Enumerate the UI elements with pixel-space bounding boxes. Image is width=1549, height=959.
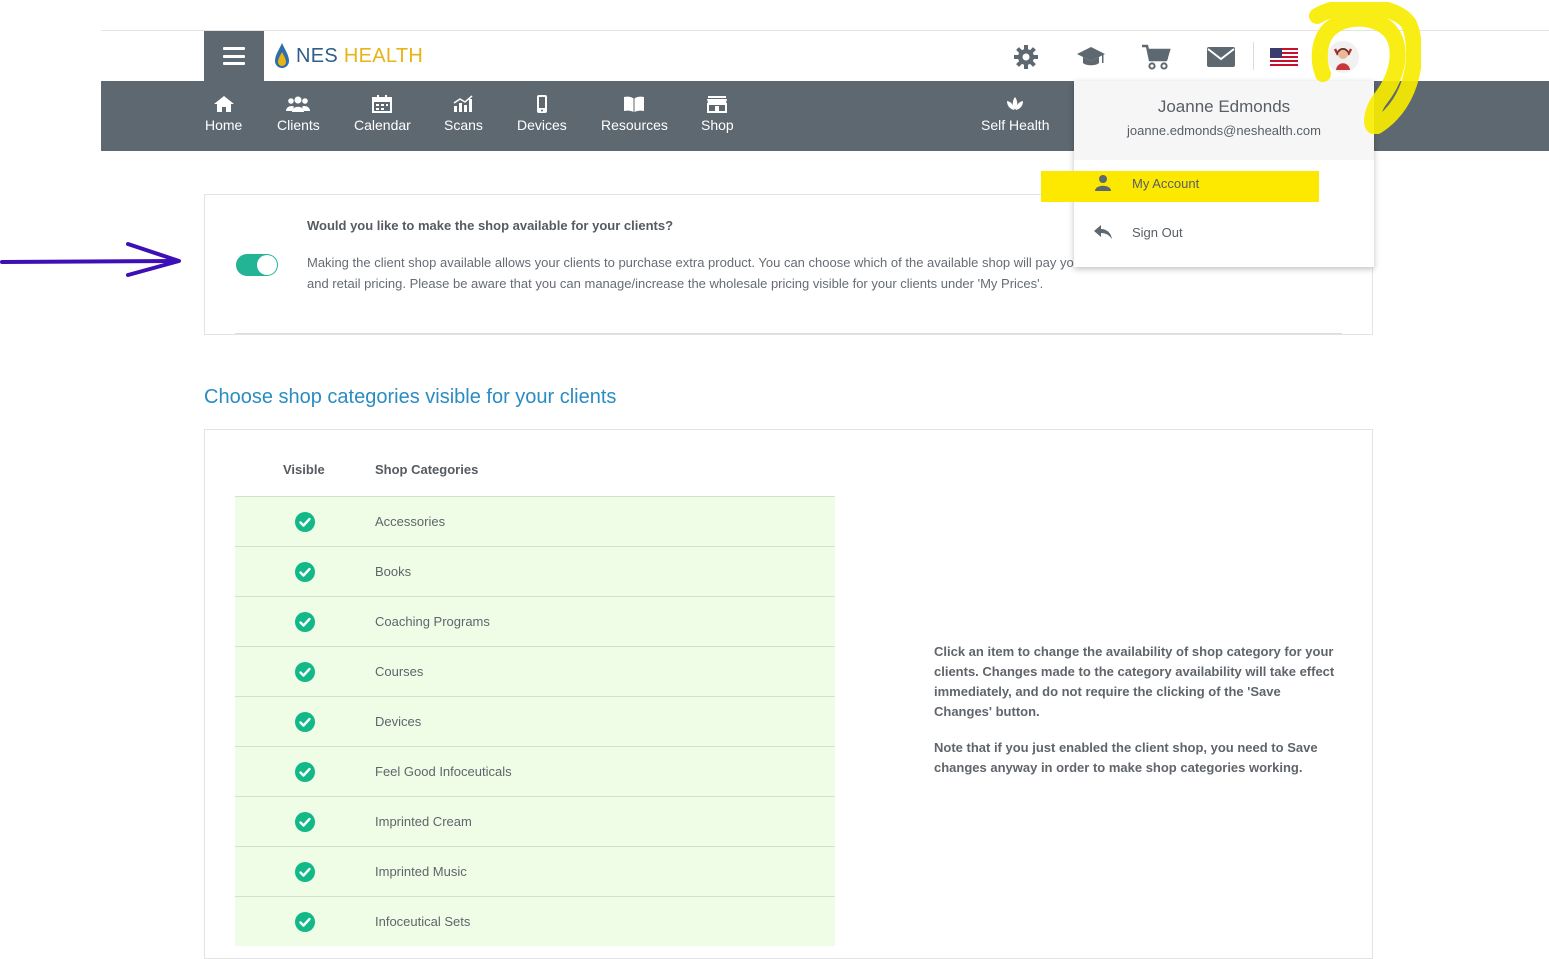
logo-nes-text: NES <box>296 44 339 67</box>
settings-button[interactable] <box>1011 42 1041 72</box>
nav-calendar-label: Calendar <box>354 117 411 133</box>
annotation-arrow <box>0 242 181 277</box>
category-label: Accessories <box>375 514 446 529</box>
header-separator <box>1253 42 1254 70</box>
mail-icon <box>1207 47 1235 67</box>
category-label: Books <box>375 564 412 579</box>
table-row[interactable]: Courses <box>235 646 835 696</box>
sign-out-menu-item[interactable]: Sign Out <box>1074 217 1374 247</box>
category-label: Infoceutical Sets <box>375 914 471 929</box>
check-circle-icon <box>295 661 315 682</box>
nav-scans[interactable]: Scans <box>444 95 483 133</box>
table-row[interactable]: Books <box>235 546 835 596</box>
drop-logo-icon <box>275 43 289 68</box>
category-label: Feel Good Infoceuticals <box>375 764 512 779</box>
nav-resources-label: Resources <box>601 117 668 133</box>
nav-clients[interactable]: Clients <box>277 95 320 133</box>
nav-devices[interactable]: Devices <box>517 95 567 133</box>
category-label: Devices <box>375 714 422 729</box>
table-row[interactable]: Imprinted Music <box>235 846 835 896</box>
messages-button[interactable] <box>1206 42 1236 72</box>
home-icon <box>213 96 234 112</box>
category-label: Imprinted Music <box>375 864 467 879</box>
scans-icon <box>454 95 473 112</box>
table-row[interactable]: Accessories <box>235 496 835 546</box>
nav-shop-label: Shop <box>701 117 734 133</box>
hamburger-icon <box>223 47 245 65</box>
shop-available-toggle[interactable] <box>236 254 278 276</box>
gear-icon <box>1014 45 1038 69</box>
check-circle-icon <box>295 811 315 832</box>
category-label: Coaching Programs <box>375 614 490 629</box>
language-button[interactable] <box>1269 42 1299 72</box>
check-circle-icon <box>295 561 315 582</box>
nav-home[interactable]: Home <box>205 95 242 133</box>
calendar-icon <box>372 95 393 113</box>
device-icon <box>536 95 547 113</box>
logo-health-text: HEALTH <box>343 44 424 67</box>
graduation-cap-icon <box>1077 47 1105 66</box>
my-account-label: My Account <box>1132 175 1200 191</box>
education-button[interactable] <box>1076 42 1106 72</box>
check-circle-icon <box>295 711 315 732</box>
category-label: Courses <box>375 664 424 679</box>
check-circle-icon <box>295 911 315 932</box>
check-circle-icon <box>295 761 315 782</box>
shopping-cart-icon <box>1142 44 1171 70</box>
col-categories-header: Shop Categories <box>375 462 479 477</box>
nes-health-logo[interactable]: NES HEALTH <box>274 40 423 72</box>
nav-shop[interactable]: Shop <box>701 95 734 133</box>
nav-clients-label: Clients <box>277 117 320 133</box>
category-label: Imprinted Cream <box>375 814 472 829</box>
categories-save-note: Note that if you just enabled the client… <box>934 740 1318 775</box>
categories-section-title: Choose shop categories visible for your … <box>204 386 617 408</box>
clients-icon <box>286 96 311 112</box>
nav-home-label: Home <box>205 117 243 133</box>
nav-self-health[interactable]: Self Health <box>981 95 1049 133</box>
shop-icon <box>707 96 728 113</box>
nav-scans-label: Scans <box>444 117 483 133</box>
table-row[interactable]: Feel Good Infoceuticals <box>235 746 835 796</box>
book-icon <box>624 96 645 112</box>
nav-calendar[interactable]: Calendar <box>354 95 411 133</box>
categories-table: Accessories Books Coaching Programs Cour… <box>235 496 835 946</box>
us-flag-icon <box>1270 48 1298 66</box>
check-circle-icon <box>295 861 315 882</box>
sign-out-label: Sign Out <box>1132 224 1183 240</box>
cart-button[interactable] <box>1141 42 1171 72</box>
nav-self-health-label: Self Health <box>981 117 1050 133</box>
col-visible-header: Visible <box>283 462 325 477</box>
menu-toggle-button[interactable] <box>204 31 264 81</box>
table-row[interactable]: Coaching Programs <box>235 596 835 646</box>
check-circle-icon <box>295 611 315 632</box>
reply-arrow-icon <box>1094 225 1112 239</box>
shop-availability-title: Would you like to make the shop availabl… <box>307 218 674 233</box>
annotation-highlight-circle <box>1309 2 1421 134</box>
categories-help-text: Click an item to change the availability… <box>934 644 1335 719</box>
lotus-icon <box>1007 97 1024 110</box>
nav-devices-label: Devices <box>517 117 567 133</box>
my-account-menu-item[interactable]: My Account <box>1074 168 1374 198</box>
person-icon <box>1095 175 1111 191</box>
nav-resources[interactable]: Resources <box>601 95 668 133</box>
table-row[interactable]: Devices <box>235 696 835 746</box>
table-row[interactable]: Infoceutical Sets <box>235 896 835 946</box>
table-row[interactable]: Imprinted Cream <box>235 796 835 846</box>
check-circle-icon <box>295 511 315 532</box>
